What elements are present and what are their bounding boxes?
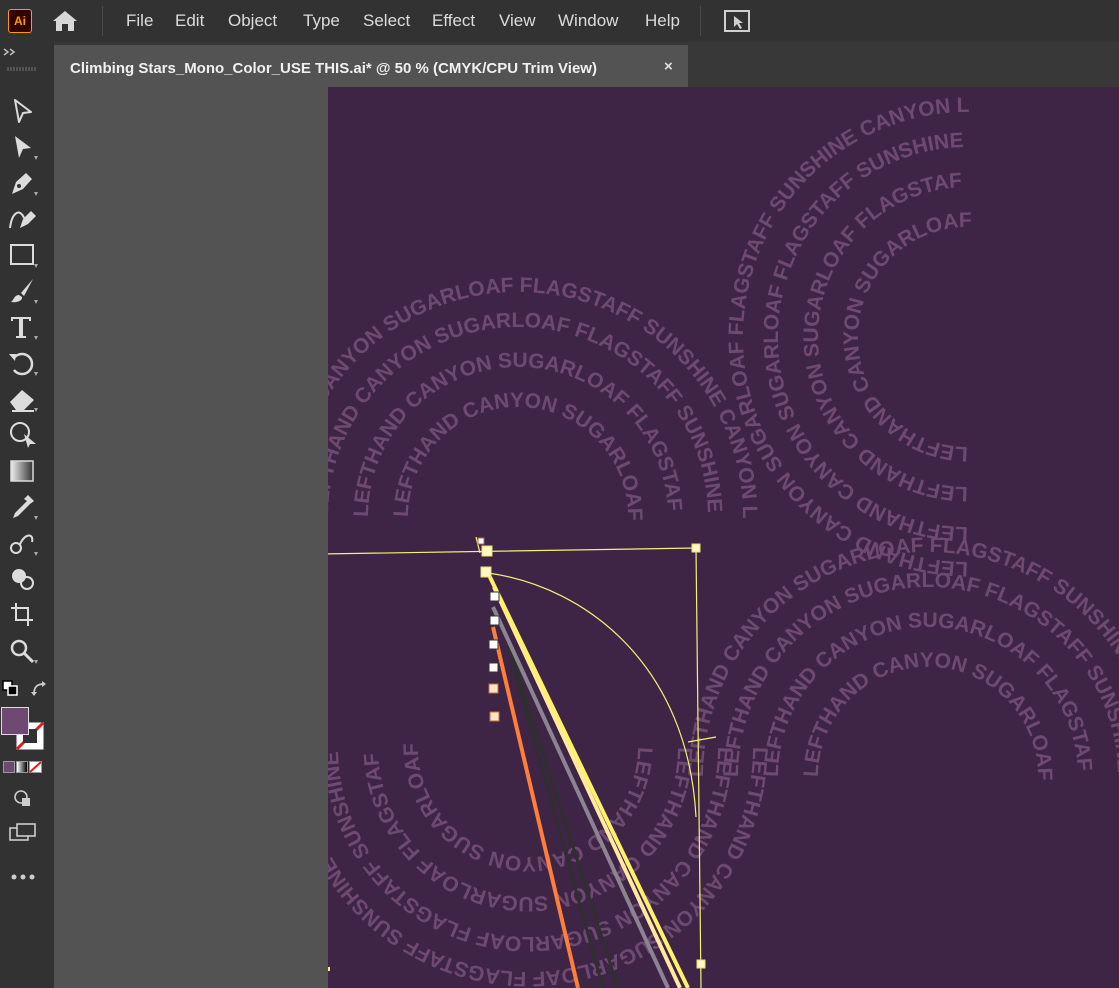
menu-help[interactable]: Help (645, 11, 680, 31)
eyedropper-tool-icon[interactable] (6, 492, 40, 522)
menu-effect[interactable]: Effect (432, 11, 475, 31)
marker-icon[interactable] (488, 639, 499, 650)
document-tab[interactable]: Climbing Stars_Mono_Color_USE THIS.ai* @… (54, 45, 688, 87)
artboard-tool-icon[interactable] (6, 600, 40, 630)
anchor-point[interactable] (480, 566, 492, 578)
direct-selection-tool-icon[interactable] (6, 132, 40, 162)
gradient-tool-icon[interactable] (6, 456, 40, 486)
collapse-panel-icon[interactable] (2, 46, 18, 58)
tools-panel (0, 42, 54, 988)
menu-file[interactable]: File (126, 11, 153, 31)
menu-object[interactable]: Object (228, 11, 277, 31)
marker-icon[interactable] (489, 591, 500, 602)
rotate-tool-icon[interactable] (6, 348, 40, 378)
type-tool-icon[interactable] (6, 312, 40, 342)
document-tab-strip: Climbing Stars_Mono_Color_USE THIS.ai* @… (54, 42, 1119, 87)
marker-icon[interactable] (488, 683, 499, 694)
blend-tool-icon[interactable] (6, 528, 40, 558)
screen-mode-icon[interactable] (8, 822, 38, 842)
menu-separator (102, 6, 103, 36)
default-fill-stroke-icon[interactable] (2, 680, 18, 696)
menu-type[interactable]: Type (303, 11, 340, 31)
marker-icon[interactable] (489, 615, 500, 626)
menu-view[interactable]: View (499, 11, 536, 31)
pen-tool-icon[interactable] (6, 168, 40, 198)
menu-edit[interactable]: Edit (175, 11, 204, 31)
anchor-point[interactable] (328, 967, 330, 971)
menu-select[interactable]: Select (363, 11, 410, 31)
paintbrush-tool-icon[interactable] (6, 276, 40, 306)
illustrator-logo: Ai (8, 9, 32, 33)
anchor-point[interactable] (481, 545, 493, 557)
rectangle-tool-icon[interactable] (6, 240, 40, 270)
fill-stroke-swatches (1, 707, 45, 751)
none-mode-button[interactable] (29, 761, 42, 773)
marker-icon[interactable] (488, 662, 499, 673)
menu-window[interactable]: Window (558, 11, 618, 31)
document-tab-title: Climbing Stars_Mono_Color_USE THIS.ai* @… (70, 60, 597, 77)
marker-icon[interactable] (489, 711, 500, 722)
artboard-canvas[interactable]: LEFTHAND CANYON SUGARLOAF FLAGSTAFF SUNS… (328, 87, 1119, 988)
swap-fill-stroke-icon[interactable] (30, 680, 48, 698)
selection-tool-icon[interactable] (6, 96, 40, 126)
anchor-point[interactable] (477, 537, 485, 545)
curvature-tool-icon[interactable] (6, 204, 40, 234)
zoom-tool-icon[interactable] (6, 636, 40, 666)
home-icon[interactable] (50, 9, 80, 33)
menu-separator (700, 6, 701, 36)
close-icon[interactable]: × (664, 58, 673, 75)
shape-builder-tool-icon[interactable] (6, 564, 40, 594)
arrange-documents-icon[interactable] (723, 8, 751, 34)
anchor-point[interactable] (696, 959, 706, 969)
draw-mode-icon[interactable] (12, 788, 34, 808)
color-mode-button[interactable] (3, 761, 15, 773)
fill-swatch[interactable] (1, 707, 29, 735)
edit-toolbar-icon[interactable] (10, 872, 36, 882)
puppet-warp-tool-icon[interactable] (6, 420, 40, 450)
panel-grip-icon[interactable] (6, 66, 38, 72)
anchor-point[interactable] (691, 543, 701, 553)
eraser-tool-icon[interactable] (6, 384, 40, 414)
gradient-mode-button[interactable] (16, 761, 28, 773)
menu-bar: Ai File Edit Object Type Select Effect V… (0, 0, 1119, 42)
